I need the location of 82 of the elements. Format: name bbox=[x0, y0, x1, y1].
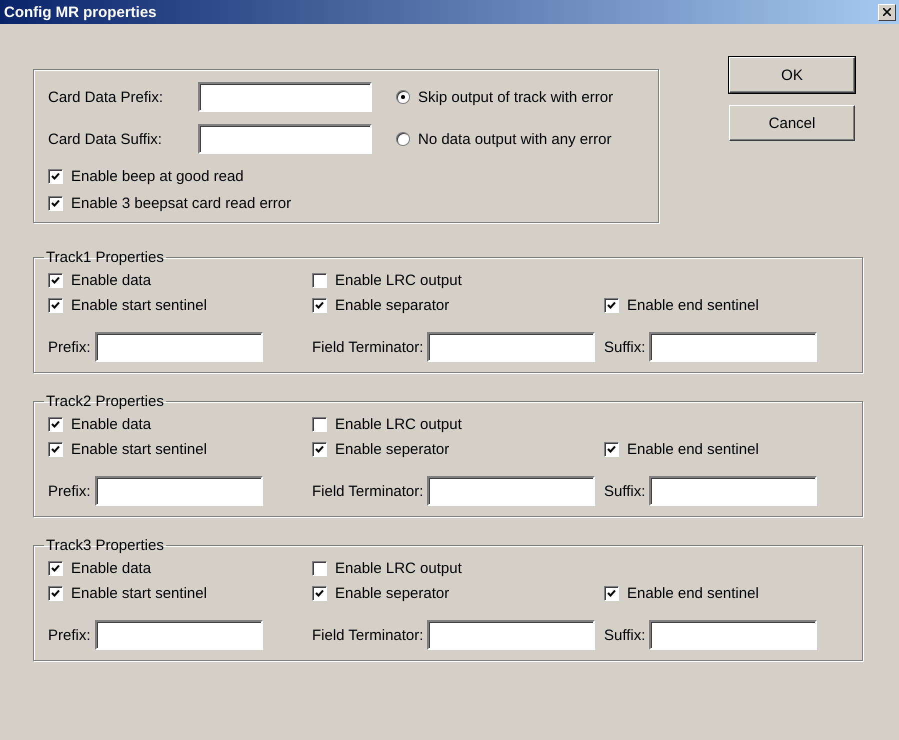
field-label: Field Terminator: bbox=[312, 626, 424, 644]
check-icon bbox=[51, 172, 60, 181]
checkbox[interactable] bbox=[48, 196, 63, 211]
input-field[interactable] bbox=[94, 476, 263, 506]
field-label: Field Terminator: bbox=[312, 482, 424, 500]
radio-button[interactable] bbox=[396, 132, 410, 146]
checkbox-label: Enable start sentinel bbox=[71, 297, 207, 314]
check-icon bbox=[51, 564, 60, 573]
check-icon bbox=[51, 420, 60, 429]
field-label: Field Terminator: bbox=[312, 338, 424, 356]
input-field[interactable] bbox=[427, 332, 596, 362]
checkbox-label: Enable end sentinel bbox=[627, 297, 759, 314]
close-icon bbox=[883, 8, 891, 16]
input-field[interactable] bbox=[649, 620, 818, 650]
checkbox[interactable] bbox=[312, 298, 327, 313]
input-field[interactable] bbox=[649, 332, 818, 362]
checkbox-label: Enable 3 beepsat card read error bbox=[71, 195, 292, 212]
field-label: Prefix: bbox=[48, 338, 91, 356]
check-icon bbox=[51, 276, 60, 285]
radio-label: Skip output of track with error bbox=[418, 88, 614, 106]
checkbox[interactable] bbox=[312, 273, 327, 288]
checkbox-label: Enable seperator bbox=[335, 441, 450, 458]
checkbox[interactable] bbox=[604, 298, 619, 313]
checkbox[interactable] bbox=[312, 417, 327, 432]
input-field[interactable] bbox=[427, 476, 596, 506]
checkbox[interactable] bbox=[48, 586, 63, 601]
checkbox[interactable] bbox=[48, 561, 63, 576]
checkbox-label: Enable LRC output bbox=[335, 560, 462, 577]
checkbox-label: Enable separator bbox=[335, 297, 450, 314]
check-icon bbox=[607, 589, 616, 598]
check-icon bbox=[315, 301, 324, 310]
checkbox[interactable] bbox=[604, 586, 619, 601]
field-label: Suffix: bbox=[604, 338, 646, 356]
checkbox-label: Enable seperator bbox=[335, 585, 450, 602]
check-icon bbox=[51, 445, 60, 454]
checkbox-label: Enable LRC output bbox=[335, 272, 462, 289]
group-title: Track3 Properties bbox=[45, 537, 165, 554]
check-icon bbox=[607, 301, 616, 310]
checkbox[interactable] bbox=[48, 273, 63, 288]
checkbox[interactable] bbox=[48, 442, 63, 457]
cancel-button[interactable]: Cancel bbox=[729, 105, 855, 141]
check-icon bbox=[51, 301, 60, 310]
check-icon bbox=[315, 445, 324, 454]
field-label: Suffix: bbox=[604, 626, 646, 644]
checkbox-label: Enable start sentinel bbox=[71, 441, 207, 458]
input-field[interactable] bbox=[427, 620, 596, 650]
input-field[interactable] bbox=[198, 124, 372, 154]
field-label: Prefix: bbox=[48, 626, 91, 644]
check-icon bbox=[51, 199, 60, 208]
checkbox-label: Enable end sentinel bbox=[627, 441, 759, 458]
radio-label: No data output with any error bbox=[418, 130, 612, 148]
check-icon bbox=[315, 589, 324, 598]
input-field[interactable] bbox=[94, 620, 263, 650]
checkbox-label: Enable data bbox=[71, 416, 152, 433]
group-title: Track2 Properties bbox=[45, 393, 165, 410]
checkbox-label: Enable end sentinel bbox=[627, 585, 759, 602]
checkbox-label: Enable data bbox=[71, 560, 152, 577]
checkbox-label: Enable start sentinel bbox=[71, 585, 207, 602]
radio-button[interactable] bbox=[396, 90, 410, 104]
checkbox-label: Enable beep at good read bbox=[71, 168, 244, 185]
checkbox[interactable] bbox=[312, 561, 327, 576]
window-title: Config MR properties bbox=[4, 4, 156, 20]
field-label: Suffix: bbox=[604, 482, 646, 500]
checkbox-label: Enable data bbox=[71, 272, 152, 289]
checkbox[interactable] bbox=[604, 442, 619, 457]
checkbox[interactable] bbox=[48, 298, 63, 313]
checkbox[interactable] bbox=[312, 442, 327, 457]
checkbox[interactable] bbox=[48, 169, 63, 184]
input-field[interactable] bbox=[198, 82, 372, 112]
checkbox[interactable] bbox=[312, 586, 327, 601]
input-field[interactable] bbox=[94, 332, 263, 362]
input-field[interactable] bbox=[649, 476, 818, 506]
close-button[interactable] bbox=[878, 4, 896, 20]
checkbox-label: Enable LRC output bbox=[335, 416, 462, 433]
group-title: Track1 Properties bbox=[45, 249, 165, 266]
checkbox[interactable] bbox=[48, 417, 63, 432]
ok-button[interactable]: OK bbox=[729, 57, 855, 93]
check-icon bbox=[51, 589, 60, 598]
field-label: Card Data Prefix: bbox=[48, 88, 164, 106]
field-label: Prefix: bbox=[48, 482, 91, 500]
field-label: Card Data Suffix: bbox=[48, 130, 163, 148]
check-icon bbox=[607, 445, 616, 454]
